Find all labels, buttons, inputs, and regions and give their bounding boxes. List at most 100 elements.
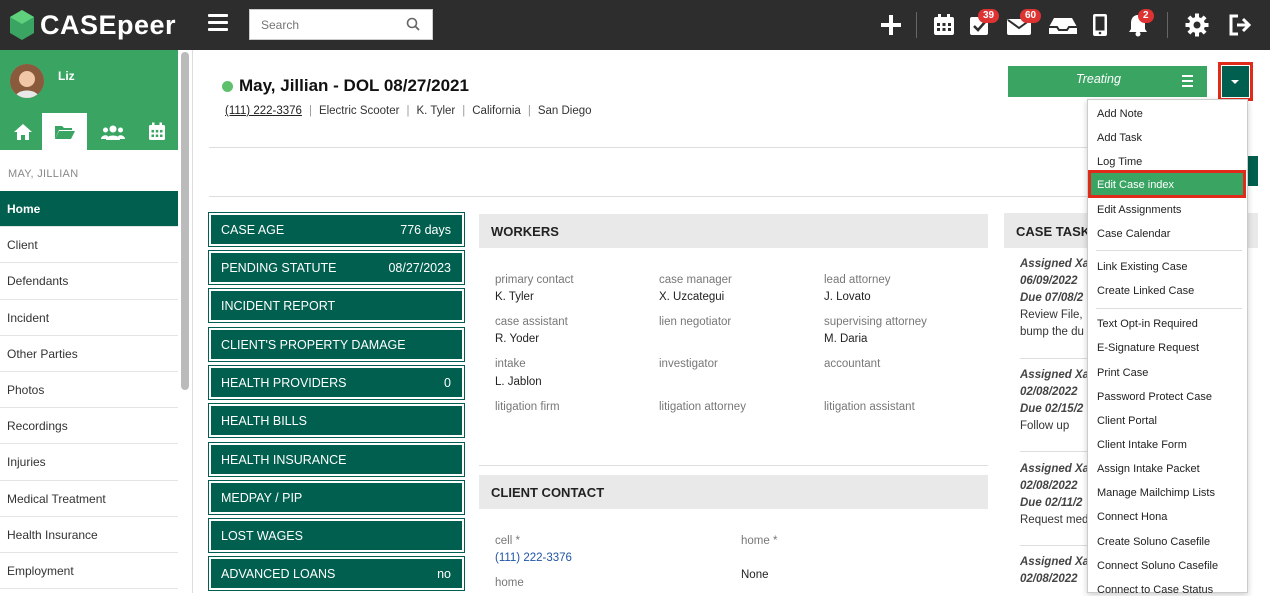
menu-item-case-calendar[interactable]: Case Calendar — [1097, 228, 1170, 240]
menu-item-edit-assignments[interactable]: Edit Assignments — [1097, 204, 1181, 216]
worker-label: lien negotiator — [659, 316, 732, 328]
sidebar-nav: Home Client Defendants Incident Other Pa… — [0, 191, 178, 590]
casepeer-logo[interactable]: CASEpeer — [10, 7, 176, 43]
logo-leaf-icon — [10, 10, 34, 40]
metric-health-insurance[interactable]: HEALTH INSURANCE — [208, 442, 465, 477]
client-contact-panel-header: CLIENT CONTACT — [479, 475, 988, 509]
sidebar-item-medical-treatment[interactable]: Medical Treatment — [0, 481, 178, 517]
tab-contacts[interactable] — [90, 113, 135, 150]
sidebar-case-name: MAY, JILLIAN — [8, 168, 79, 180]
contact-label: home — [495, 577, 524, 589]
task-text[interactable]: Request med — [1020, 514, 1088, 526]
sidebar-item-employment[interactable]: Employment — [0, 553, 178, 590]
menu-item-client-intake-form[interactable]: Client Intake Form — [1097, 439, 1187, 451]
metric-property-damage[interactable]: CLIENT'S PROPERTY DAMAGE — [208, 327, 465, 362]
metric-medpay-pip[interactable]: MEDPAY / PIP — [208, 480, 465, 515]
metric-incident-report[interactable]: INCIDENT REPORT — [208, 288, 465, 323]
mobile-phone-icon[interactable] — [1092, 13, 1108, 37]
inbox-icon[interactable] — [1048, 13, 1078, 37]
sidebar-item-home[interactable]: Home — [0, 191, 178, 228]
menu-item-link-existing-case[interactable]: Link Existing Case — [1097, 261, 1188, 273]
sidebar-item-client[interactable]: Client — [0, 227, 178, 264]
menu-item-mailchimp[interactable]: Manage Mailchimp Lists — [1097, 487, 1215, 499]
task-assigned: Assigned Xa — [1020, 556, 1088, 568]
tab-home[interactable] — [0, 113, 45, 150]
calendar-icon[interactable] — [932, 13, 956, 37]
task-due: Due 07/08/2 — [1020, 292, 1084, 304]
notifications-button[interactable]: 2 — [1126, 9, 1154, 37]
menu-item-create-linked-case[interactable]: Create Linked Case — [1097, 285, 1194, 297]
sidebar-item-recordings[interactable]: Recordings — [0, 408, 178, 445]
case-state: California — [472, 105, 521, 117]
search-icon[interactable] — [406, 17, 420, 31]
menu-item-add-note[interactable]: Add Note — [1097, 108, 1143, 120]
top-bar: CASEpeer 39 60 — [0, 0, 1270, 50]
case-phone-link[interactable]: (111) 222-3376 — [225, 105, 302, 117]
worker-value: J. Lovato — [824, 291, 871, 303]
logout-icon[interactable] — [1228, 13, 1252, 37]
task-text[interactable]: bump the du — [1020, 326, 1088, 338]
case-status-dot — [222, 81, 233, 92]
divider — [1167, 12, 1168, 38]
case-title: May, Jillian - DOL 08/27/2021 — [239, 76, 469, 95]
add-icon[interactable] — [879, 13, 903, 37]
menu-item-client-portal[interactable]: Client Portal — [1097, 415, 1157, 427]
menu-item-assign-intake-packet[interactable]: Assign Intake Packet — [1097, 463, 1200, 475]
cell-phone-link[interactable]: (111) 222-3376 — [495, 552, 572, 564]
worker-label: litigation assistant — [824, 401, 915, 413]
worker-label: litigation firm — [495, 401, 560, 413]
menu-item-text-opt-in[interactable]: Text Opt-in Required — [1097, 318, 1198, 330]
tab-cases[interactable] — [42, 113, 87, 150]
tasks-badge: 39 — [978, 9, 1000, 23]
task-text[interactable]: Review File, — [1020, 309, 1088, 321]
menu-item-e-signature[interactable]: E-Signature Request — [1097, 342, 1199, 354]
menu-item-label: Edit Case index — [1097, 179, 1175, 191]
sidebar-item-incident[interactable]: Incident — [0, 300, 178, 336]
sidebar-item-photos[interactable]: Photos — [0, 372, 178, 409]
task-due: Due 02/11/2 — [1020, 497, 1083, 509]
menu-item-print-case[interactable]: Print Case — [1097, 367, 1148, 379]
menu-item-connect-case-status[interactable]: Connect to Case Status — [1097, 584, 1213, 596]
task-assigned: Assigned Xa — [1020, 463, 1088, 475]
metric-health-providers[interactable]: HEALTH PROVIDERS 0 — [208, 365, 465, 400]
separator: | — [308, 105, 312, 117]
search-box[interactable] — [249, 9, 433, 40]
metric-label: MEDPAY / PIP — [221, 491, 303, 505]
metric-case-age[interactable]: CASE AGE 776 days — [208, 212, 465, 247]
metric-health-bills[interactable]: HEALTH BILLS — [208, 403, 465, 438]
menu-item-create-soluno[interactable]: Create Soluno Casefile — [1097, 536, 1210, 548]
task-text[interactable]: Follow up — [1020, 420, 1088, 432]
sidebar-item-other-parties[interactable]: Other Parties — [0, 336, 178, 372]
metric-advanced-loans[interactable]: ADVANCED LOANS no — [208, 556, 465, 591]
metric-pending-statute[interactable]: PENDING STATUTE 08/27/2023 — [208, 250, 465, 285]
sidebar-item-defendants[interactable]: Defendants — [0, 263, 178, 300]
metric-label: CASE AGE — [221, 223, 285, 237]
menu-item-password-protect[interactable]: Password Protect Case — [1097, 391, 1212, 403]
worker-label: investigator — [659, 358, 718, 370]
sidebar-item-injuries[interactable]: Injuries — [0, 444, 178, 481]
task-assigned: Assigned Xa — [1020, 369, 1088, 381]
menu-item-add-task[interactable]: Add Task — [1097, 132, 1142, 144]
case-actions-dropdown-button[interactable] — [1222, 66, 1249, 97]
separator: | — [406, 105, 410, 117]
worker-value: X. Uzcategui — [659, 291, 725, 303]
avatar[interactable] — [10, 64, 44, 98]
sidebar-item-health-insurance[interactable]: Health Insurance — [0, 517, 178, 553]
gear-icon[interactable] — [1185, 13, 1209, 37]
mail-button[interactable]: 60 — [1006, 9, 1042, 37]
metric-label: HEALTH PROVIDERS — [221, 376, 347, 390]
menu-item-connect-soluno[interactable]: Connect Soluno Casefile — [1097, 560, 1218, 572]
tasks-button[interactable]: 39 — [968, 9, 1000, 37]
menu-item-edit-case-index[interactable]: Edit Case index — [1088, 170, 1246, 198]
menu-item-connect-hona[interactable]: Connect Hona — [1097, 511, 1167, 523]
tab-calendar[interactable] — [134, 113, 179, 150]
menu-item-log-time[interactable]: Log Time — [1097, 156, 1142, 168]
search-input[interactable] — [250, 10, 400, 39]
metric-lost-wages[interactable]: LOST WAGES — [208, 518, 465, 553]
case-status-dropdown[interactable]: Treating — [1008, 66, 1207, 97]
divider — [1020, 451, 1088, 452]
menu-toggle-icon[interactable] — [208, 14, 228, 34]
sidebar-scrollbar[interactable] — [181, 52, 189, 390]
case-city: San Diego — [537, 105, 592, 117]
calendar-small-icon — [148, 122, 165, 140]
